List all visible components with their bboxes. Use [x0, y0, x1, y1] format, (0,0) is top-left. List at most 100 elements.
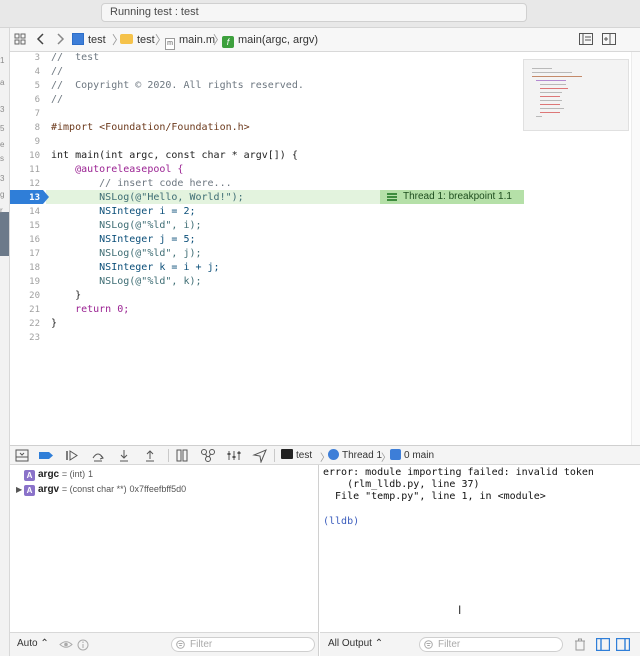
- line-number[interactable]: 18: [10, 263, 40, 273]
- console-output-popup[interactable]: All Output ⌃: [328, 638, 383, 649]
- frame-selector[interactable]: 0 main: [390, 449, 434, 461]
- line-number[interactable]: 11: [10, 165, 40, 175]
- code-line[interactable]: int main(int argc, const char * argv[]) …: [51, 150, 298, 161]
- code-line[interactable]: NSLog(@"%ld", j);: [51, 248, 201, 259]
- step-over-icon[interactable]: [90, 448, 106, 463]
- line-number[interactable]: 10: [10, 151, 40, 161]
- thread-icon: [328, 449, 339, 460]
- line-number[interactable]: 9: [10, 137, 40, 147]
- code-line[interactable]: NSLog(@"%ld", i);: [51, 220, 201, 231]
- variable-row[interactable]: Aargc = (int) 1: [16, 467, 93, 481]
- code-line[interactable]: return 0;: [51, 304, 129, 315]
- argument-badge-icon: A: [24, 470, 35, 481]
- navigator-strip[interactable]: 1 a 3 5 e s 3 g r: [0, 28, 10, 656]
- filter-placeholder: Filter: [190, 639, 213, 650]
- code-line[interactable]: NSLog(@"Hello, World!");: [51, 192, 244, 203]
- line-number[interactable]: 14: [10, 207, 40, 217]
- view-hierarchy-icon[interactable]: [174, 448, 190, 463]
- environment-overrides-icon[interactable]: [226, 448, 242, 463]
- editor-scrollbar[interactable]: [631, 52, 640, 445]
- code-line[interactable]: NSLog(@"%ld", k);: [51, 276, 201, 287]
- code-line[interactable]: NSInteger j = 5;: [51, 234, 195, 245]
- line-number[interactable]: 20: [10, 291, 40, 301]
- objc-file-icon: m: [165, 38, 175, 50]
- add-editor-icon[interactable]: [602, 28, 616, 52]
- lldb-prompt[interactable]: (lldb): [323, 516, 359, 527]
- code-line[interactable]: NSInteger i = 2;: [51, 206, 195, 217]
- activity-status: Running test : test: [110, 6, 199, 18]
- line-number[interactable]: 6: [10, 95, 40, 105]
- info-icon[interactable]: [77, 639, 89, 651]
- code-line[interactable]: }: [51, 318, 57, 329]
- line-number-gutter[interactable]: 3 4 5 6 7 8 9 10 11 12 13 14 15 16 17 18 19 20 21 22 23: [10, 52, 46, 445]
- line-number[interactable]: 21: [10, 305, 40, 315]
- line-number[interactable]: 12: [10, 179, 40, 189]
- line-number[interactable]: 7: [10, 109, 40, 119]
- source-editor[interactable]: 3 4 5 6 7 8 9 10 11 12 13 14 15 16 17 18 19 20 21 22 23 // t…: [10, 52, 640, 445]
- line-number[interactable]: 16: [10, 235, 40, 245]
- process-label: test: [296, 450, 313, 461]
- code-line[interactable]: @autoreleasepool {: [51, 164, 183, 175]
- line-number[interactable]: 23: [10, 333, 40, 343]
- breakpoints-toggle-icon[interactable]: [38, 448, 54, 463]
- breadcrumb-folder[interactable]: test: [120, 28, 155, 52]
- code-line[interactable]: NSInteger k = i + j;: [51, 262, 219, 273]
- memory-graph-icon[interactable]: [200, 448, 216, 463]
- step-into-icon[interactable]: [116, 448, 132, 463]
- variable-row[interactable]: ▶ Aargv = (const char **) 0x7ffeefbff5d0: [16, 482, 186, 496]
- code-line[interactable]: //: [51, 66, 63, 77]
- show-variables-view-icon[interactable]: [596, 638, 610, 651]
- thread-icon: [387, 193, 397, 201]
- navigator-fragment: e: [0, 140, 5, 149]
- breadcrumb-label: test: [88, 34, 106, 46]
- code-line[interactable]: // insert code here...: [51, 178, 231, 189]
- variable-value: 1: [87, 469, 93, 479]
- simulate-location-icon[interactable]: [252, 448, 268, 463]
- process-selector[interactable]: test: [281, 449, 312, 461]
- trash-icon[interactable]: [574, 638, 586, 651]
- code-line[interactable]: #import <Foundation/Foundation.h>: [51, 122, 250, 133]
- thread-selector[interactable]: Thread 1: [328, 449, 382, 461]
- navigator-fragment: 5: [0, 124, 5, 133]
- breadcrumb-file[interactable]: m main.m: [165, 28, 215, 52]
- variables-scope-popup[interactable]: Auto ⌃: [17, 638, 49, 649]
- code-line[interactable]: }: [51, 290, 81, 301]
- thread-label: Thread 1: [342, 450, 383, 461]
- line-number[interactable]: 22: [10, 319, 40, 329]
- related-items-icon[interactable]: [14, 28, 26, 52]
- disclosure-triangle-icon[interactable]: ▶: [16, 483, 24, 497]
- navigator-fragment: s: [0, 154, 4, 163]
- forward-icon[interactable]: [55, 28, 65, 52]
- line-number[interactable]: 4: [10, 67, 40, 77]
- line-number[interactable]: 3: [10, 53, 40, 63]
- code-line[interactable]: //: [51, 94, 63, 105]
- activity-viewer: Running test : test: [101, 3, 527, 22]
- code-line[interactable]: // test: [51, 52, 99, 63]
- debug-console[interactable]: error: module importing failed: invalid …: [320, 465, 640, 632]
- step-out-icon[interactable]: [142, 448, 158, 463]
- minimap[interactable]: [523, 59, 629, 131]
- breadcrumb-label: main(argc, argv): [238, 34, 319, 46]
- code-line[interactable]: // Copyright © 2020. All rights reserved…: [51, 80, 304, 91]
- line-number[interactable]: 13: [10, 193, 40, 203]
- line-number[interactable]: 19: [10, 277, 40, 287]
- breadcrumb-function[interactable]: f main(argc, argv): [222, 28, 318, 52]
- continue-icon[interactable]: [64, 448, 80, 463]
- variables-view[interactable]: Aargc = (int) 1 ▶ Aargv = (const char **)…: [10, 465, 319, 632]
- back-icon[interactable]: [36, 28, 46, 52]
- console-filter-field[interactable]: Filter: [419, 637, 563, 652]
- breadcrumb-project[interactable]: test: [72, 28, 106, 52]
- show-console-icon[interactable]: [616, 638, 630, 651]
- line-number[interactable]: 5: [10, 81, 40, 91]
- function-icon: f: [222, 36, 234, 48]
- editor-options-icon[interactable]: [579, 28, 593, 52]
- variables-filter-field[interactable]: Filter: [171, 637, 315, 652]
- filter-icon: [424, 640, 433, 649]
- line-number[interactable]: 8: [10, 123, 40, 133]
- eye-icon[interactable]: [59, 639, 73, 650]
- terminal-icon: [281, 449, 293, 459]
- hide-debug-area-icon[interactable]: [14, 448, 30, 463]
- line-number[interactable]: 15: [10, 221, 40, 231]
- breadcrumb-label: main.m: [179, 34, 216, 46]
- line-number[interactable]: 17: [10, 249, 40, 259]
